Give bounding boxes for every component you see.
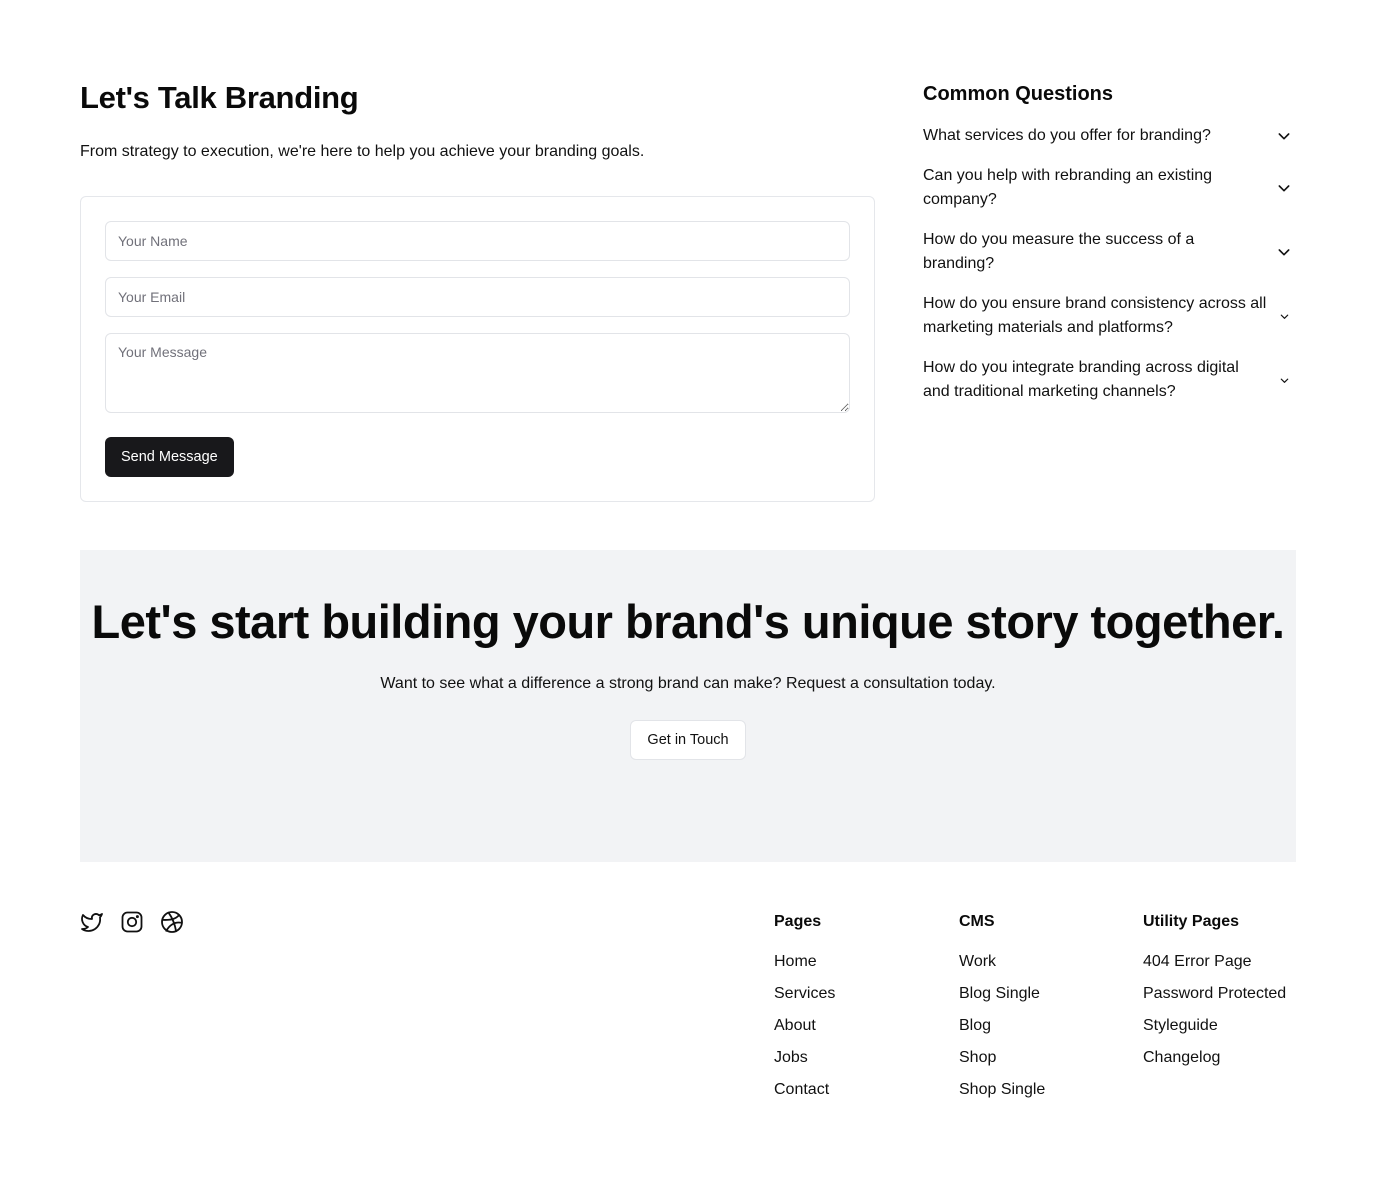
- cta-subtext: Want to see what a difference a strong b…: [380, 675, 996, 692]
- footer-link-about[interactable]: About: [774, 1017, 816, 1034]
- email-input[interactable]: [105, 277, 850, 317]
- faq-question: How do you integrate branding across dig…: [923, 359, 1239, 400]
- faq-item[interactable]: What services do you offer for branding?: [923, 124, 1296, 148]
- footer-link-home[interactable]: Home: [774, 953, 817, 970]
- faq-question: Can you help with rebranding an existing…: [923, 167, 1213, 208]
- faq-title: Common Questions: [923, 83, 1114, 105]
- cta-headline: Let's start building your brand's unique…: [91, 595, 1285, 648]
- message-textarea[interactable]: [105, 333, 850, 413]
- faq-item[interactable]: How do you ensure brand consistency acro…: [923, 292, 1296, 340]
- name-input[interactable]: [105, 221, 850, 261]
- send-message-button[interactable]: Send Message: [105, 437, 234, 477]
- contact-lead: From strategy to execution, we're here t…: [80, 143, 645, 160]
- footer-col-title: CMS: [959, 913, 995, 930]
- footer-link-password-protected[interactable]: Password Protected: [1143, 985, 1286, 1002]
- footer-link-blog[interactable]: Blog: [959, 1017, 991, 1034]
- footer-link-changelog[interactable]: Changelog: [1143, 1049, 1220, 1066]
- footer-link-shop[interactable]: Shop: [959, 1049, 996, 1066]
- chevron-down-icon[interactable]: [1272, 304, 1296, 328]
- faq-item[interactable]: Can you help with rebranding an existing…: [923, 164, 1296, 212]
- instagram-icon[interactable]: [120, 910, 144, 934]
- faq-question: How do you ensure brand consistency acro…: [923, 295, 1267, 336]
- footer-link-404[interactable]: 404 Error Page: [1143, 953, 1252, 970]
- footer-link-work[interactable]: Work: [959, 953, 996, 970]
- social-links: [80, 910, 184, 934]
- footer-link-blog-single[interactable]: Blog Single: [959, 985, 1040, 1002]
- footer-link-contact[interactable]: Contact: [774, 1081, 829, 1098]
- footer-col-title: Pages: [774, 913, 822, 930]
- faq-section: Common Questions What services do you of…: [923, 82, 1296, 404]
- footer-link-jobs[interactable]: Jobs: [774, 1049, 808, 1066]
- faq-list: What services do you offer for branding?…: [923, 124, 1296, 404]
- chevron-down-icon[interactable]: [1272, 240, 1296, 264]
- twitter-icon[interactable]: [80, 910, 104, 934]
- contact-form: Send Message: [80, 196, 875, 502]
- footer-col-utility: Utility Pages 404 Error Page Password Pr…: [1143, 912, 1286, 1068]
- faq-item[interactable]: How do you measure the success of a bran…: [923, 228, 1296, 276]
- faq-question: How do you measure the success of a bran…: [923, 231, 1195, 272]
- faq-question: What services do you offer for branding?: [923, 127, 1211, 144]
- cta-section: Let's start building your brand's unique…: [80, 550, 1296, 862]
- chevron-down-icon[interactable]: [1272, 368, 1296, 392]
- footer-col-cms: CMS Work Blog Single Blog Shop Shop Sing…: [959, 912, 1045, 1100]
- get-in-touch-button[interactable]: Get in Touch: [630, 720, 746, 760]
- chevron-down-icon[interactable]: [1272, 176, 1296, 200]
- footer-link-services[interactable]: Services: [774, 985, 835, 1002]
- chevron-down-icon[interactable]: [1272, 124, 1296, 148]
- contact-title: Let's Talk Branding: [80, 80, 359, 115]
- faq-item[interactable]: How do you integrate branding across dig…: [923, 356, 1296, 404]
- footer-col-title: Utility Pages: [1143, 913, 1240, 930]
- footer-link-shop-single[interactable]: Shop Single: [959, 1081, 1045, 1098]
- dribbble-icon[interactable]: [160, 910, 184, 934]
- contact-section: Let's Talk Branding From strategy to exe…: [80, 80, 875, 502]
- footer-link-styleguide[interactable]: Styleguide: [1143, 1017, 1218, 1034]
- footer-col-pages: Pages Home Services About Jobs Contact: [774, 912, 835, 1100]
